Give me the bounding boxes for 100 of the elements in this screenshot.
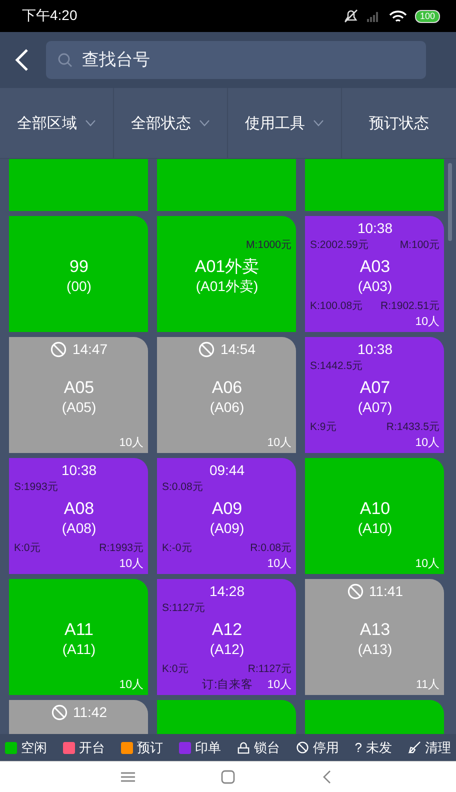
table-code: (A10) <box>358 518 392 536</box>
table-code: (A05) <box>62 398 96 416</box>
table-name: A01外卖 <box>194 256 260 276</box>
sales-amount: S:0.08元 <box>162 481 204 493</box>
home-icon[interactable] <box>220 770 236 784</box>
legend-label: 未发 <box>366 738 392 756</box>
legend-label: 停用 <box>312 738 339 756</box>
table-code: (A07) <box>358 398 392 416</box>
minimum-amount: M:1000元 <box>246 238 292 252</box>
receivable-amount: R:1993元 <box>99 541 144 555</box>
lock-icon <box>236 741 250 754</box>
table-code: (A03) <box>358 276 392 294</box>
table-tile[interactable]: M:1000元 A01外卖 (A01外卖) <box>157 216 296 332</box>
open-time: 11:42 <box>73 704 107 720</box>
filter-dropdown[interactable]: 全部区域 <box>0 88 114 158</box>
receivable-amount: R:1127元 <box>248 662 292 676</box>
discount-amount: K:-0元 <box>162 541 192 555</box>
table-name: A05 <box>64 378 94 398</box>
discount-amount: K:0元 <box>162 662 189 676</box>
seat-count: 10人 <box>267 556 292 571</box>
table-code: (A08) <box>62 518 96 536</box>
filter-label: 预订状态 <box>369 114 429 132</box>
table-code: (00) <box>66 276 92 294</box>
signal-icon <box>366 10 381 22</box>
ban-icon <box>347 582 364 600</box>
ban-icon <box>50 340 68 358</box>
minimum-amount: M:100元 <box>400 238 440 252</box>
table-tile[interactable]: 10:38 S:1993元 A08 (A08) K:0元 R:1993元 10人 <box>9 458 148 574</box>
filter-dropdown[interactable]: 使用工具 <box>228 88 342 158</box>
filter-dropdown[interactable]: 全部状态 <box>114 88 228 158</box>
open-time: 14:54 <box>220 341 256 357</box>
table-code: (A09) <box>210 518 244 536</box>
ban-icon <box>296 741 309 754</box>
seat-count: 10人 <box>415 556 440 571</box>
open-time: 10:38 <box>357 220 393 236</box>
table-code: (A11) <box>62 640 96 658</box>
table-name: A07 <box>360 378 390 398</box>
table-tile[interactable]: 10:38 S:1442.5元 A07 (A07) K:9元 R:1433.5元 10人 <box>305 337 444 453</box>
legend-label: 空闲 <box>21 738 47 756</box>
discount-amount: K:0元 <box>14 541 41 555</box>
filter-dropdown[interactable]: 预订状态 <box>342 88 456 158</box>
open-time: 14:47 <box>72 341 108 357</box>
filter-label: 全部状态 <box>131 114 191 132</box>
discount-amount: K:100.08元 <box>310 299 364 313</box>
open-time: 10:38 <box>61 462 97 478</box>
table-code: (A12) <box>210 640 244 658</box>
legend-label: 开台 <box>78 738 105 756</box>
sales-amount: S:1127元 <box>162 602 206 614</box>
seat-count: 10人 <box>415 436 440 450</box>
table-name: A09 <box>212 498 242 518</box>
table-tile[interactable]: 10:38 S:2002.59元 M:100元 A03 (A03) K:100.08元 R:1902.51元 10人 <box>305 216 444 332</box>
seat-count: 10人 <box>119 436 144 450</box>
table-code: (A06) <box>210 398 244 416</box>
legend-label: 印单 <box>194 738 221 756</box>
legend-label: 预订 <box>136 738 163 756</box>
battery-level: 100 <box>414 10 440 22</box>
wifi-icon <box>388 10 407 22</box>
receivable-amount: R:1902.51元 <box>380 299 440 313</box>
search-field[interactable]: 查找台号 <box>46 41 426 79</box>
table-name: A13 <box>360 620 390 640</box>
seat-count: 10人 <box>119 678 144 692</box>
table-name: A06 <box>212 378 242 398</box>
sales-amount: S:1993元 <box>14 481 58 493</box>
clock: 下午4:20 <box>22 7 78 25</box>
table-name: 99 <box>70 256 88 276</box>
menu-icon[interactable] <box>120 770 136 784</box>
receivable-amount: R:0.08元 <box>250 541 292 555</box>
seat-count: 10人 <box>415 314 440 329</box>
open-time: 10:38 <box>357 341 393 357</box>
table-name: A11 <box>64 620 94 640</box>
legend-label: 锁台 <box>254 738 280 756</box>
open-time: 09:44 <box>209 462 245 478</box>
seat-count: 10人 <box>267 436 292 450</box>
seat-count: 10人 <box>119 556 144 571</box>
filter-label: 使用工具 <box>245 114 305 132</box>
sales-amount: S:2002.59元 <box>310 239 369 251</box>
table-tile[interactable]: 14:28 S:1127元 A12 (A12) K:0元 R:1127元 订:自来客 10人 <box>157 579 296 695</box>
table-name: A12 <box>212 620 242 640</box>
legend-label: 清理 <box>424 738 451 756</box>
ban-icon <box>198 340 216 358</box>
table-name: A10 <box>360 498 390 518</box>
reservation-note: 订:自来客 <box>202 677 254 692</box>
alarm-off-icon <box>342 9 359 23</box>
table-tile[interactable]: 09:44 S:0.08元 A09 (A09) K:-0元 R:0.08元 10人 <box>157 458 296 574</box>
table-code: (A01外卖) <box>196 276 258 294</box>
brush-icon <box>408 741 421 754</box>
open-time: 11:41 <box>369 583 403 599</box>
question-symbol: ? <box>354 740 362 755</box>
table-name: A08 <box>64 498 94 518</box>
discount-amount: K:9元 <box>310 420 337 434</box>
search-icon <box>57 52 73 68</box>
open-time: 14:28 <box>209 583 245 599</box>
table-name: A03 <box>360 256 390 276</box>
seat-count: 10人 <box>267 678 292 692</box>
sales-amount: S:1442.5元 <box>310 360 364 372</box>
seat-count: 11人 <box>416 678 440 692</box>
filter-label: 全部区域 <box>17 114 77 132</box>
receivable-amount: R:1433.5元 <box>386 420 440 434</box>
ban-icon <box>51 704 68 720</box>
scrollbar[interactable] <box>448 163 452 241</box>
